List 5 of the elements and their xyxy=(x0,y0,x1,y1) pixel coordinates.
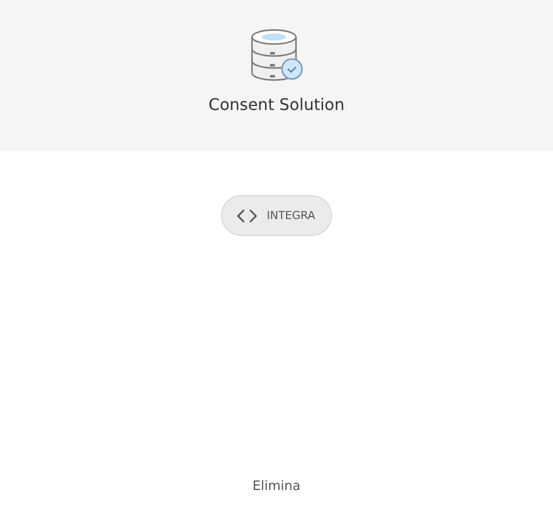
app-title: Consent Solution xyxy=(208,95,344,114)
integrate-button[interactable]: INTEGRA xyxy=(220,195,332,236)
remove-link[interactable]: Elimina xyxy=(252,479,300,494)
code-icon xyxy=(236,208,257,222)
database-check-icon xyxy=(250,27,304,83)
